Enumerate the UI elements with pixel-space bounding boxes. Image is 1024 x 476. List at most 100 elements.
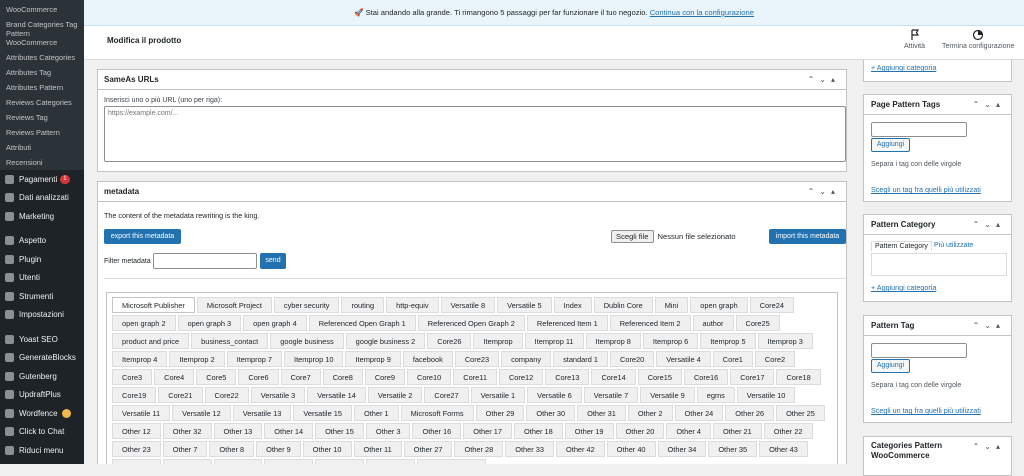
metadata-tab[interactable]: Referenced Open Graph 1 [308, 315, 416, 331]
metadata-tab[interactable]: facebook [402, 351, 453, 367]
metabox-controls[interactable]: ⌃⌄▴ [808, 182, 840, 202]
metadata-tab[interactable]: Versatile 15 [293, 405, 352, 421]
metadata-tab[interactable]: Other 9 [256, 441, 301, 457]
menu-item[interactable]: Utenti [0, 269, 84, 288]
metadata-tab[interactable]: Other 16 [412, 423, 462, 439]
metadata-tab[interactable]: Core22 [204, 387, 249, 403]
import-metadata-button[interactable]: import this metadata [769, 229, 846, 244]
metadata-tab[interactable]: Other 23 [112, 441, 161, 457]
continue-setup-link[interactable]: Continua con la configurazione [650, 8, 754, 17]
metadata-tab[interactable]: Versatile 3 [250, 387, 306, 403]
submenu-item[interactable]: WooCommerce [0, 2, 84, 17]
metadata-tab[interactable]: Other 2 [627, 405, 673, 421]
submenu-item[interactable]: Attributes Categories [0, 50, 84, 65]
metadata-tab[interactable]: Core23 [454, 351, 500, 367]
activity-button[interactable]: Attività [904, 29, 925, 50]
metabox-controls[interactable]: ⌃⌄▴ [808, 70, 840, 90]
metadata-tab[interactable]: Dublin Core [593, 297, 653, 313]
menu-item[interactable]: Click to Chat [0, 423, 84, 442]
metadata-tab[interactable]: Other 19 [564, 423, 614, 439]
metadata-tab[interactable]: Other 39 [264, 459, 314, 464]
metadata-tab[interactable]: Other 24 [674, 405, 724, 421]
metadata-tab[interactable]: Referenced Open Graph 2 [417, 315, 525, 331]
metadata-tab[interactable]: Core2 [754, 351, 796, 367]
metadata-tab[interactable]: Core12 [498, 369, 544, 385]
metadata-tab[interactable]: Other 8 [209, 441, 255, 457]
metadata-tab[interactable]: Versatile 2 [367, 387, 423, 403]
metadata-tab[interactable]: Other 30 [526, 405, 576, 421]
export-metadata-button[interactable]: export this metadata [104, 229, 181, 244]
metadata-tab[interactable]: Other 20 [615, 423, 665, 439]
metadata-tab[interactable]: egms [696, 387, 735, 403]
sameas-textarea[interactable] [104, 106, 846, 162]
metadata-tab[interactable]: Core25 [735, 315, 780, 331]
metadata-tab[interactable]: Core15 [637, 369, 682, 385]
metadata-tab[interactable]: Core7 [280, 369, 321, 385]
metadata-tab[interactable]: Core21 [158, 387, 203, 403]
metadata-tab[interactable]: standard 1 [553, 351, 609, 367]
metadata-tab[interactable]: Itemprop 5 [700, 333, 756, 349]
metadata-tab[interactable]: Versatile 10 [736, 387, 796, 403]
menu-item[interactable]: Strumenti [0, 287, 84, 306]
choose-file-button[interactable]: Scegli file [611, 230, 654, 243]
tab-most-used[interactable]: Più utilizzate [934, 242, 973, 249]
add-tag-button[interactable]: Aggiungi [871, 359, 910, 373]
metadata-tab[interactable]: Other 27 [403, 441, 453, 457]
metadata-tab[interactable]: open graph 2 [112, 315, 176, 331]
submenu-item[interactable]: Recensioni [0, 155, 84, 170]
metadata-tab[interactable]: Versatile 8 [440, 297, 496, 313]
metadata-tab[interactable]: Other 26 [725, 405, 775, 421]
metabox-controls[interactable]: ⌃⌄▴ [973, 316, 1005, 336]
metadata-tab[interactable]: Other 4 [666, 423, 711, 439]
metadata-tab[interactable]: Itemprop [473, 333, 523, 349]
metadata-tab[interactable]: Other 45 [315, 459, 364, 464]
menu-item[interactable]: Plugin [0, 250, 84, 269]
metadata-tab[interactable]: Itemprop 3 [757, 333, 813, 349]
submenu-item[interactable]: Attributes Pattern [0, 80, 84, 95]
metadata-tab[interactable]: routing [341, 297, 385, 313]
metadata-tab[interactable]: Microsoft Publisher [112, 297, 195, 313]
metadata-tab[interactable]: Core1 [712, 351, 753, 367]
metadata-tab[interactable]: Versatile 5 [497, 297, 552, 313]
metadata-tab[interactable]: Itemprop 9 [345, 351, 401, 367]
metadata-tab[interactable]: Other 42 [556, 441, 605, 457]
submenu-item[interactable]: Brand Categories Tag Pattern WooCommerce [0, 17, 84, 50]
metadata-tab[interactable]: Other 22 [763, 423, 813, 439]
metadata-tab[interactable]: Microsoft Word [416, 459, 487, 464]
metadata-tab[interactable]: Referenced Item 2 [609, 315, 691, 331]
menu-item[interactable]: Gutenberg [0, 367, 84, 386]
choose-tag-link[interactable]: Scegli un tag fra quelli più utilizzati [871, 185, 981, 194]
metadata-tab[interactable]: Other 29 [475, 405, 525, 421]
metadata-tab[interactable]: Core27 [424, 387, 469, 403]
metadata-tab[interactable]: Versatile 7 [583, 387, 639, 403]
metadata-tab[interactable]: Core19 [112, 387, 157, 403]
choose-tag-link[interactable]: Scegli un tag fra quelli più utilizzati [871, 406, 981, 415]
metadata-tab[interactable]: Versatile 12 [172, 405, 231, 421]
metadata-tab[interactable]: Core18 [776, 369, 821, 385]
metadata-tab[interactable]: Itemprop 4 [112, 351, 168, 367]
tag-input[interactable] [871, 343, 967, 358]
metadata-tab[interactable]: Core20 [610, 351, 655, 367]
metabox-controls[interactable]: ⌃⌄▴ [973, 437, 1005, 457]
metadata-tab[interactable]: Other 41 [112, 459, 161, 464]
metabox-controls[interactable]: ⌃⌄▴ [973, 215, 1005, 235]
metadata-tab[interactable]: Other 1 [353, 405, 399, 421]
metadata-tab[interactable]: Itemprop 11 [524, 333, 584, 349]
menu-item[interactable]: Impostazioni [0, 306, 84, 325]
metadata-tab[interactable]: Other 33 [505, 441, 555, 457]
metadata-tab[interactable]: Versatile 13 [232, 405, 292, 421]
metadata-tab[interactable]: Other 13 [213, 423, 263, 439]
metadata-tab[interactable]: Other 11 [353, 441, 402, 457]
metadata-tab[interactable]: Core13 [545, 369, 590, 385]
add-tag-button[interactable]: Aggiungi [871, 138, 910, 152]
metadata-tab[interactable]: Versatile 11 [112, 405, 171, 421]
metadata-tab[interactable]: Index [553, 297, 592, 313]
menu-item[interactable]: Wordfence [0, 404, 84, 423]
metadata-tab[interactable]: Core11 [453, 369, 497, 385]
metadata-tab[interactable]: Itemprop 2 [169, 351, 225, 367]
metadata-tab[interactable]: open graph 4 [243, 315, 307, 331]
submenu-item[interactable]: Reviews Tag [0, 110, 84, 125]
metadata-tab[interactable]: Core4 [154, 369, 195, 385]
metadata-tab[interactable]: product and price [112, 333, 190, 349]
metadata-tab[interactable]: Other 25 [776, 405, 825, 421]
